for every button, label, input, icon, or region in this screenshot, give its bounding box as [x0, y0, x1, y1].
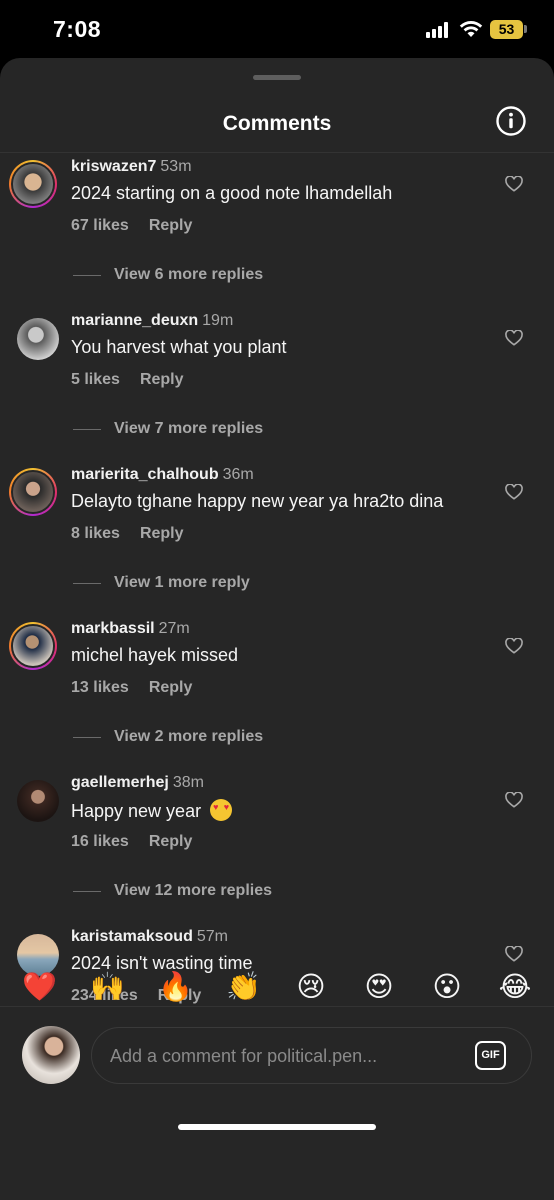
comment-username[interactable]: markbassil	[71, 620, 155, 637]
heart-icon[interactable]	[505, 484, 523, 500]
replies-line	[73, 583, 101, 584]
comment-item: marianne_deuxn 19m You harvest what you p…	[0, 308, 554, 462]
replies-line	[73, 737, 101, 738]
replies-line	[73, 275, 101, 276]
comment-text-body: Happy new year	[71, 801, 202, 821]
comment-likes[interactable]: 8 likes	[71, 525, 120, 542]
comment-username[interactable]: karistamaksoud	[71, 928, 193, 945]
heart-icon[interactable]	[505, 330, 523, 346]
comment-time: 19m	[202, 312, 234, 329]
avatar[interactable]	[9, 468, 57, 516]
replies-line	[73, 429, 101, 430]
comment-time: 38m	[172, 774, 204, 791]
comment-text: You harvest what you plant	[71, 337, 287, 357]
comment-time: 57m	[196, 928, 228, 945]
reply-button[interactable]: Reply	[149, 217, 193, 234]
comments-list[interactable]: kriswazen7 53m 2024 starting on a good no…	[0, 154, 554, 1006]
cellular-signal-icon	[426, 22, 450, 38]
replies-line	[73, 891, 101, 892]
view-more-label: View 7 more replies	[114, 420, 264, 437]
comment-text: 2024 starting on a good note lhamdellah	[71, 183, 393, 203]
status-bar: 7:08 53	[0, 0, 554, 58]
battery-level: 53	[490, 20, 523, 39]
view-more-label: View 1 more reply	[114, 574, 250, 591]
comment-text: Delayto tghane happy new year ya hra2to …	[71, 491, 444, 511]
reply-button[interactable]: Reply	[149, 679, 193, 696]
avatar[interactable]	[17, 780, 59, 822]
gif-button[interactable]: GIF	[475, 1041, 506, 1070]
comment-item: markbassil 27m michel hayek missed 13 lik…	[0, 616, 554, 770]
heart-icon[interactable]	[505, 792, 523, 808]
reply-button[interactable]: Reply	[140, 525, 184, 542]
wifi-icon	[459, 21, 483, 37]
red-heart-emoji-icon[interactable]: ❤️	[22, 970, 57, 1004]
laughing-tears-emoji-icon[interactable]: 😂	[498, 970, 532, 1004]
heart-eyes-emoji-icon	[210, 799, 233, 821]
view-more-label: View 2 more replies	[114, 728, 264, 745]
avatar[interactable]	[9, 160, 57, 208]
comment-likes[interactable]: 67 likes	[71, 217, 129, 234]
fire-emoji-icon[interactable]: 🔥	[158, 970, 193, 1004]
quick-reactions: ❤️ 🙌 🔥 👏 😢 😍 😮 😂	[0, 970, 554, 1010]
comment-text: michel hayek missed	[71, 645, 239, 665]
comment-text: Happy new year	[71, 799, 233, 822]
comment-time: 27m	[158, 620, 190, 637]
comment-username[interactable]: kriswazen7	[71, 158, 156, 175]
raising-hands-emoji-icon[interactable]: 🙌	[90, 970, 125, 1004]
view-more-label: View 12 more replies	[114, 882, 273, 899]
comment-item: marierita_chalhoub 36m Delayto tghane hap…	[0, 462, 554, 616]
reply-button[interactable]: Reply	[149, 833, 193, 850]
reply-button[interactable]: Reply	[140, 371, 184, 388]
heart-icon[interactable]	[505, 638, 523, 654]
sheet-title: Comments	[222, 112, 332, 135]
header-divider	[0, 152, 554, 153]
comment-likes[interactable]: 16 likes	[71, 833, 129, 850]
comment-item: gaellemerhej38m Happy new year 16 likes R…	[0, 770, 554, 924]
battery-tip	[524, 25, 527, 33]
comment-input[interactable]: Add a comment for political.pen... GIF	[91, 1027, 532, 1084]
home-indicator[interactable]	[178, 1124, 376, 1130]
comment-time: 36m	[222, 466, 254, 483]
comment-likes[interactable]: 13 likes	[71, 679, 129, 696]
clapping-hands-emoji-icon[interactable]: 👏	[226, 970, 261, 1004]
view-more-label: View 6 more replies	[114, 266, 264, 283]
comment-username[interactable]: marierita_chalhoub	[71, 466, 219, 483]
heart-icon[interactable]	[505, 176, 523, 192]
comment-username[interactable]: gaellemerhej	[71, 774, 169, 791]
sheet-grabber[interactable]	[253, 75, 301, 80]
info-icon[interactable]	[496, 106, 526, 136]
crying-face-emoji-icon[interactable]: 😢	[294, 970, 328, 1004]
comment-item: kriswazen7 53m 2024 starting on a good no…	[0, 154, 554, 308]
avatar[interactable]	[9, 622, 57, 670]
surprised-face-emoji-icon[interactable]: 😮	[430, 970, 464, 1004]
status-time: 7:08	[53, 16, 102, 42]
comment-input-placeholder: Add a comment for political.pen...	[110, 1046, 378, 1066]
comment-username[interactable]: marianne_deuxn	[71, 312, 198, 329]
heart-icon[interactable]	[505, 946, 523, 962]
current-user-avatar	[22, 1026, 80, 1084]
heart-eyes-emoji-icon[interactable]: 😍	[362, 970, 396, 1004]
comment-time: 53m	[160, 158, 192, 175]
comment-likes[interactable]: 5 likes	[71, 371, 120, 388]
avatar[interactable]	[17, 318, 59, 360]
